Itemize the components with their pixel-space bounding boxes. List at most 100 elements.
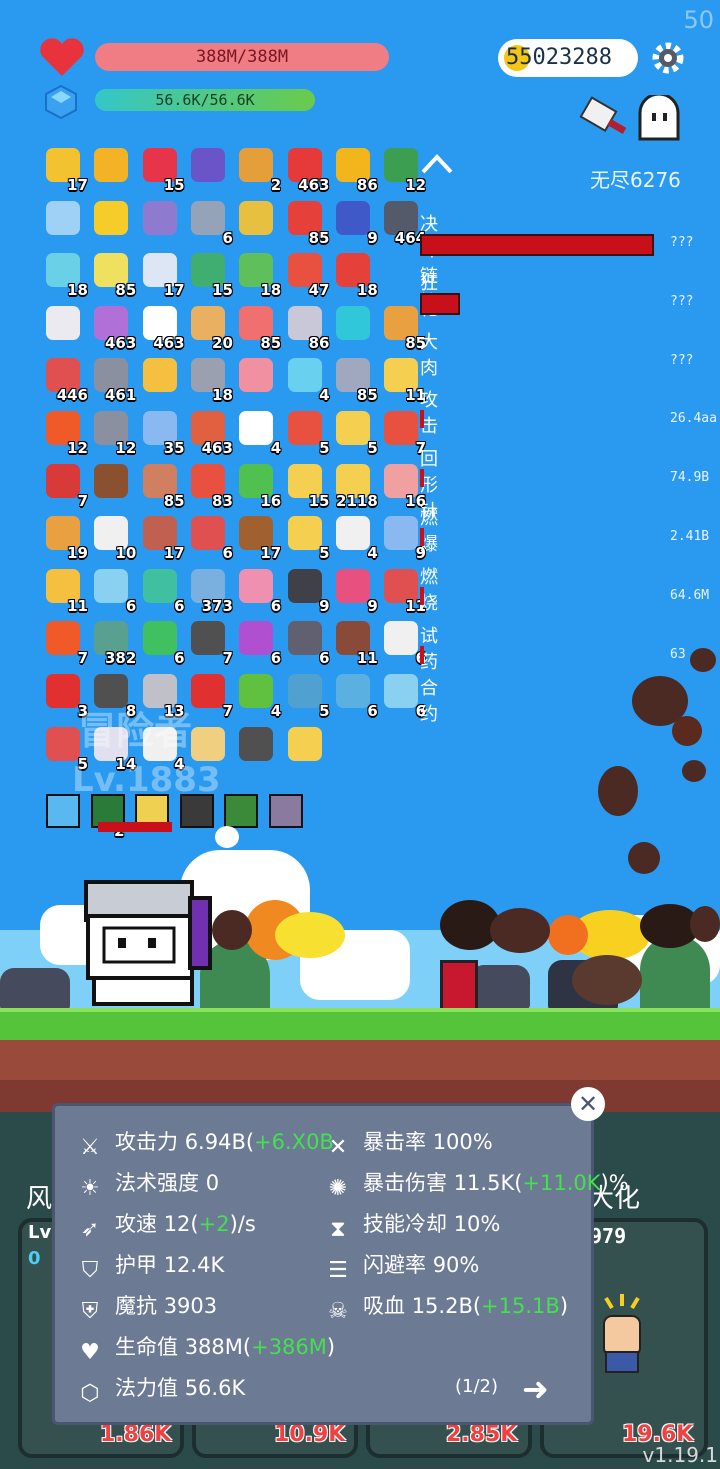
- inventory-item[interactable]: 9: [380, 514, 426, 562]
- inventory-item[interactable]: 35: [139, 409, 185, 457]
- inventory-item[interactable]: 20: [187, 304, 233, 352]
- inventory-item[interactable]: 4: [235, 409, 281, 457]
- inventory-item[interactable]: 85: [90, 251, 136, 299]
- inventory-item[interactable]: 6: [380, 672, 426, 720]
- inventory-item[interactable]: 6: [332, 672, 378, 720]
- inventory-item[interactable]: 11: [380, 567, 426, 615]
- inventory-item[interactable]: 6: [284, 619, 330, 667]
- item-icon: [287, 358, 322, 393]
- inventory-item[interactable]: [139, 356, 183, 400]
- inventory-item[interactable]: 15: [139, 146, 185, 194]
- inventory-item[interactable]: 6: [139, 619, 185, 667]
- inventory-item[interactable]: 19: [42, 514, 88, 562]
- inventory-item[interactable]: 2118: [332, 462, 378, 510]
- inventory-item[interactable]: 4: [332, 514, 378, 562]
- inventory-item[interactable]: 18: [235, 251, 281, 299]
- inventory-item[interactable]: 83: [187, 462, 233, 510]
- inventory-item[interactable]: 6: [235, 567, 281, 615]
- inventory-item[interactable]: 463: [139, 304, 185, 352]
- inventory-item[interactable]: [42, 304, 86, 348]
- ghost-icon[interactable]: [636, 95, 682, 141]
- inventory-item[interactable]: 5: [284, 409, 330, 457]
- inventory-item[interactable]: 463: [284, 146, 330, 194]
- inventory-item[interactable]: 7: [187, 619, 233, 667]
- inventory-item[interactable]: 7: [42, 462, 88, 510]
- inventory-item[interactable]: 464: [380, 199, 426, 247]
- tap-hand-icon[interactable]: [594, 1290, 650, 1380]
- inventory-item[interactable]: [235, 199, 279, 243]
- inventory-item[interactable]: [284, 725, 328, 769]
- inventory-item[interactable]: 11: [380, 356, 426, 404]
- inventory-item[interactable]: 17: [139, 514, 185, 562]
- inventory-item[interactable]: 6: [187, 199, 233, 247]
- inventory-item[interactable]: 382: [90, 619, 136, 667]
- inventory-item[interactable]: 446: [42, 356, 88, 404]
- inventory-item[interactable]: 4: [284, 356, 330, 404]
- inventory-item[interactable]: 5: [284, 672, 330, 720]
- stat-bonus: +2: [198, 1212, 230, 1236]
- inventory-item[interactable]: 5: [284, 514, 330, 562]
- inventory-item[interactable]: 18: [42, 251, 88, 299]
- inventory-item[interactable]: 9: [284, 567, 330, 615]
- stat-label: 护甲: [115, 1253, 157, 1277]
- inventory-item[interactable]: 6: [380, 619, 426, 667]
- inventory-item[interactable]: 85: [284, 199, 330, 247]
- inventory-item[interactable]: 461: [90, 356, 136, 404]
- inventory-item[interactable]: 463: [90, 304, 136, 352]
- inventory-item[interactable]: 7: [42, 619, 88, 667]
- inventory-item[interactable]: [90, 462, 134, 506]
- inventory-item[interactable]: [332, 304, 376, 348]
- inventory-item[interactable]: 17: [139, 251, 185, 299]
- inventory-item[interactable]: 12: [90, 409, 136, 457]
- inventory-item[interactable]: 12: [42, 409, 88, 457]
- inventory-item[interactable]: 6: [187, 514, 233, 562]
- inventory-item[interactable]: 85: [380, 304, 426, 352]
- inventory-item[interactable]: 86: [284, 304, 330, 352]
- inventory-item[interactable]: 7: [380, 409, 426, 457]
- inventory-item[interactable]: 15: [187, 251, 233, 299]
- inventory-item[interactable]: 9: [332, 199, 378, 247]
- stat-value: 6.94B(: [184, 1130, 255, 1154]
- inventory-item[interactable]: [90, 146, 134, 190]
- inventory-item[interactable]: 18: [332, 251, 378, 299]
- inventory-item[interactable]: [235, 356, 279, 400]
- inventory-item[interactable]: 5: [332, 409, 378, 457]
- skill-slot[interactable]: [267, 792, 311, 836]
- inventory-item[interactable]: [139, 199, 183, 243]
- inventory-item[interactable]: 85: [139, 462, 185, 510]
- inventory-item[interactable]: 2: [235, 146, 281, 194]
- inventory-item[interactable]: [42, 199, 86, 243]
- inventory-item[interactable]: 85: [235, 304, 281, 352]
- inventory-item[interactable]: 47: [284, 251, 330, 299]
- inventory-item[interactable]: 463: [187, 409, 233, 457]
- inventory-item[interactable]: 7: [187, 672, 233, 720]
- inventory-item[interactable]: 11: [42, 567, 88, 615]
- inventory-item[interactable]: 6: [90, 567, 136, 615]
- close-stats-button[interactable]: ✕: [571, 1087, 605, 1121]
- inventory-item[interactable]: 86: [332, 146, 378, 194]
- inventory-item[interactable]: 10: [90, 514, 136, 562]
- inventory-item[interactable]: 9: [332, 567, 378, 615]
- settings-gear-icon[interactable]: [648, 38, 688, 78]
- stat-unit: ): [559, 1294, 569, 1318]
- next-page-arrow-icon[interactable]: ➜: [522, 1370, 549, 1408]
- inventory-item[interactable]: 12: [380, 146, 426, 194]
- inventory-item[interactable]: 4: [235, 672, 281, 720]
- inventory-item[interactable]: 16: [380, 462, 426, 510]
- inventory-item[interactable]: 17: [42, 146, 88, 194]
- inventory-item[interactable]: 373: [187, 567, 233, 615]
- inventory-item[interactable]: 85: [332, 356, 378, 404]
- inventory-item[interactable]: [187, 146, 231, 190]
- inventory-item[interactable]: 15: [284, 462, 330, 510]
- inventory-item[interactable]: 6: [139, 567, 185, 615]
- collapse-chevron-up-icon[interactable]: [420, 152, 454, 176]
- cleaver-icon[interactable]: [578, 95, 630, 143]
- inventory-item[interactable]: [235, 725, 279, 769]
- inventory-item[interactable]: [380, 251, 424, 295]
- inventory-item[interactable]: 16: [235, 462, 281, 510]
- inventory-item[interactable]: [90, 199, 134, 243]
- inventory-item[interactable]: 11: [332, 619, 378, 667]
- inventory-item[interactable]: 17: [235, 514, 281, 562]
- inventory-item[interactable]: 6: [235, 619, 281, 667]
- inventory-item[interactable]: 18: [187, 356, 233, 404]
